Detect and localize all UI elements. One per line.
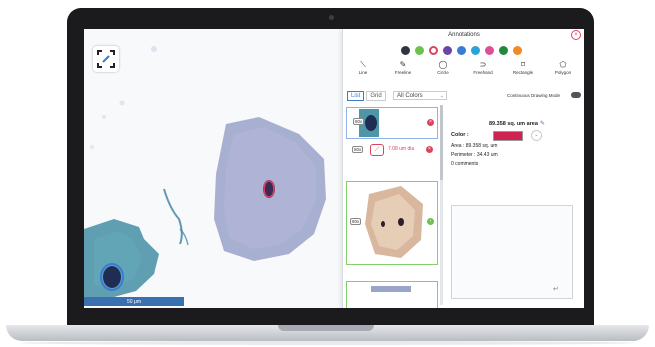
color-option[interactable]	[485, 46, 494, 55]
color-option[interactable]	[415, 46, 424, 55]
polygon-icon: ⬠	[559, 60, 567, 69]
pencil-icon: ✎	[399, 60, 407, 69]
tool-rectangle[interactable]: ⌑ Rectangle	[503, 60, 543, 75]
measure-value: 7.08 um dia	[388, 146, 415, 152]
microscope-image	[84, 29, 346, 308]
close-icon[interactable]: ×	[571, 30, 581, 40]
tab-list[interactable]: List	[347, 91, 365, 101]
color-option[interactable]	[457, 46, 466, 55]
color-option[interactable]	[429, 46, 438, 55]
circle-icon: ◯	[438, 60, 448, 69]
annotation-thumbnail	[365, 186, 423, 258]
expand-icon	[97, 50, 115, 68]
tool-line[interactable]: ⟍ Line	[343, 60, 383, 75]
freehand-icon: ⊃	[479, 60, 487, 69]
screen: 50 μm Annotations × ⟍ Line ✎ Freeline ◯ Circl…	[84, 29, 584, 308]
slide-viewer[interactable]: 50 μm	[84, 29, 346, 308]
annotations-panel: Annotations × ⟍ Line ✎ Freeline ◯ Circle ⊃ Free…	[342, 29, 584, 308]
annotation-thumbnail	[371, 286, 411, 292]
tool-circle[interactable]: ◯ Circle	[423, 60, 463, 75]
color-swatch[interactable]	[493, 131, 523, 141]
rectangle-icon: ⌑	[520, 60, 526, 69]
laptop-frame: 50 μm Annotations × ⟍ Line ✎ Freeline ◯ Circl…	[0, 0, 655, 347]
panel-title: Annotations	[448, 32, 480, 38]
tab-grid[interactable]: Grid	[366, 91, 386, 101]
annotation-card[interactable]: 80x ⟋ 7.08 um dia ×	[346, 143, 436, 157]
color-option[interactable]	[471, 46, 480, 55]
zoom-badge: 80x	[352, 146, 364, 153]
select-indicator-icon[interactable]: ›	[427, 218, 434, 225]
panel-header: Annotations ×	[343, 29, 584, 41]
fullscreen-button[interactable]	[93, 46, 119, 72]
laptop-shadow	[20, 341, 635, 345]
annotation-card[interactable]	[346, 281, 438, 308]
tool-freeline[interactable]: ✎ Freeline	[383, 60, 423, 75]
comments-count: 0 comments	[451, 161, 479, 167]
color-label: Color :	[451, 132, 469, 138]
tool-polygon[interactable]: ⬠ Polygon	[543, 60, 583, 75]
color-palette	[401, 46, 522, 55]
tool-label: Rectangle	[512, 70, 534, 75]
delete-icon[interactable]: ×	[427, 119, 434, 126]
color-option[interactable]	[499, 46, 508, 55]
annotation-thumbnail	[359, 109, 379, 137]
send-icon[interactable]: ↵	[553, 285, 559, 293]
drawing-toolbar: ⟍ Line ✎ Freeline ◯ Circle ⊃ Freehand ⌑ Rectangle…	[343, 60, 584, 75]
view-tabs: List Grid	[347, 91, 386, 101]
color-filter-value: All Colors	[397, 93, 423, 99]
edit-icon[interactable]: ✎	[540, 120, 545, 127]
color-option[interactable]	[513, 46, 522, 55]
chevron-down-icon: ⌄	[439, 93, 444, 99]
tool-label: Polygon	[554, 70, 572, 75]
perimeter-value: Perimeter : 34.43 um	[451, 152, 498, 158]
color-option[interactable]	[443, 46, 452, 55]
annotation-list: 80x × 80x ⟋ 7.08 um dia × 80x ›	[346, 105, 440, 308]
line-icon: ⟍	[360, 60, 366, 69]
tool-label: Line	[358, 70, 368, 75]
list-scrollbar[interactable]	[440, 105, 443, 305]
camera-icon	[329, 15, 334, 20]
annotation-card[interactable]: 80x ›	[346, 181, 438, 265]
tool-label: Freeline	[394, 70, 412, 75]
annotation-card[interactable]: 80x ×	[346, 107, 438, 139]
zoom-badge: 80x	[350, 218, 362, 225]
area-value: Area : 89.358 sq. um	[451, 143, 498, 149]
color-option[interactable]	[401, 46, 410, 55]
zoom-badge: 80x	[353, 118, 365, 125]
tool-label: Circle	[437, 70, 449, 75]
laptop-notch	[278, 325, 374, 331]
measure-icon: ⟋	[370, 144, 384, 156]
annotation-detail: 89.358 sq. um area ✎ Color : ⌄ Area : 89…	[447, 105, 582, 308]
continuous-mode-label: Continuous Drawing Mode	[507, 93, 561, 98]
chevron-down-icon[interactable]: ⌄	[531, 130, 542, 141]
tool-label: Freehand	[473, 70, 493, 75]
tool-freehand[interactable]: ⊃ Freehand	[463, 60, 503, 75]
area-title: 89.358 sq. um area	[489, 121, 538, 127]
color-filter-select[interactable]: All Colors ⌄	[393, 91, 447, 100]
scale-bar: 50 μm	[84, 297, 184, 306]
delete-icon[interactable]: ×	[426, 146, 433, 153]
continuous-mode-toggle[interactable]	[571, 92, 581, 98]
scrollbar-thumb[interactable]	[440, 105, 443, 180]
